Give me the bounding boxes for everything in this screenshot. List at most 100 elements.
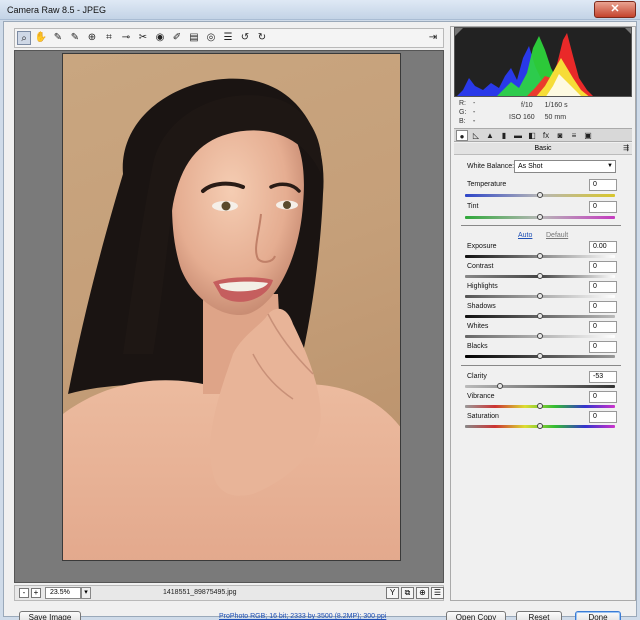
red-eye-removal-tool-icon[interactable]: ◉ [153,31,167,45]
targeted-adjustment-tool-icon[interactable]: ⊕ [85,31,99,45]
tab-lens-corrections-icon[interactable]: ◧ [526,130,538,141]
preferences-icon[interactable]: ☰ [221,31,235,45]
white-balance-value: As Shot [518,163,543,170]
swap-view-icon[interactable]: ⧉ [401,587,414,599]
radial-filter-icon[interactable]: ◎ [204,31,218,45]
slider-value-field[interactable]: 0 [589,341,617,353]
slider-value-field[interactable]: 0 [589,411,617,423]
close-button[interactable]: ✕ [594,1,636,18]
workflow-options-link[interactable]: ProPhoto RGB; 16 bit; 2333 by 3500 (8.2M… [219,613,386,620]
shutter-value: 1/160 s [544,102,568,109]
zoom-in-button[interactable]: + [31,588,41,598]
clarity-slider-thumb[interactable] [497,383,504,389]
tab-basic-icon[interactable]: ● [456,130,468,141]
tab-presets-icon[interactable]: ≡ [568,130,580,141]
tab-snapshots-icon[interactable]: ▣ [582,130,594,141]
reset-button[interactable]: Reset [516,611,562,620]
copy-settings-icon[interactable]: ⊕ [416,587,429,599]
blacks-slider-thumb[interactable] [537,353,543,359]
saturation-slider-thumb[interactable] [537,423,543,429]
toggle-view-icon[interactable]: ☰ [431,587,444,599]
chevron-down-icon: ▼ [607,163,613,169]
slider-label: Contrast [467,263,494,270]
preview-status-bar: - + 23.5% ▾ 1418551_89875495.jpg Y ⧉ ⊕ ☰ [14,585,444,601]
graduated-filter-icon[interactable]: ▤ [187,31,201,45]
slider-value-field[interactable]: 0 [589,201,617,213]
slider-value-field[interactable]: 0 [589,281,617,293]
fullscreen-toggle-icon[interactable]: ⇥ [426,31,440,45]
slider-label: Exposure [467,243,497,250]
straighten-tool-icon[interactable]: ⊸ [119,31,133,45]
zoom-out-button[interactable]: - [19,588,29,598]
slider-label: Whites [467,323,489,330]
zoom-level-field[interactable]: 23.5% [45,587,81,599]
contrast-slider-thumb[interactable] [537,273,543,279]
vibrance-slider-thumb[interactable] [537,403,543,409]
zoom-tool-icon[interactable]: ⌕ [17,31,31,45]
before-after-icon[interactable]: Y [386,587,399,599]
histogram-graph [455,28,631,96]
slider-value-field[interactable]: 0 [589,179,617,191]
file-name: 1418551_89875495.jpg [163,589,237,596]
slider-label: Shadows [467,303,496,310]
window-titlebar: Camera Raw 8.5 - JPEG ✕ [0,0,640,20]
crop-tool-icon[interactable]: ⌗ [102,31,116,45]
section-title: Basic [534,145,552,152]
panel-tabs: ● ◺ ▲ ▮ ▬ ◧ fx ◙ ≡ ▣ [454,128,632,142]
tool-bar: ⌕ ✋ ✎ ✎ ⊕ ⌗ ⊸ ✂ ◉ ✐ ▤ ◎ ☰ ↺ ↻ ⇥ [14,28,444,48]
tab-camera-calibration-icon[interactable]: ◙ [554,130,566,141]
slider-value-field[interactable]: 0 [589,301,617,313]
tab-hsl-icon[interactable]: ▮ [498,130,510,141]
exposure-slider-thumb[interactable] [537,253,543,259]
g-label: G: [459,109,467,116]
tab-tone-curve-icon[interactable]: ◺ [470,130,482,141]
slider-label: Vibrance [467,393,495,400]
tab-split-toning-icon[interactable]: ▬ [512,130,524,141]
clarity-slider-track[interactable] [465,385,615,388]
white-balance-tool-icon[interactable]: ✎ [51,31,65,45]
tint-slider-thumb[interactable] [537,214,543,220]
open-copy-button[interactable]: Open Copy [446,611,506,620]
window-title: Camera Raw 8.5 - JPEG [7,5,107,15]
divider [461,365,621,366]
rotate-ccw-icon[interactable]: ↺ [238,31,252,45]
slider-value-field[interactable]: 0 [589,321,617,333]
slider-value-field[interactable]: 0 [589,391,617,403]
white-balance-label: White Balance: [467,163,515,170]
tab-detail-icon[interactable]: ▲ [484,130,496,141]
slider-label: Saturation [467,413,499,420]
iso-value: ISO 160 [509,114,535,121]
temperature-slider-thumb[interactable] [537,192,543,198]
histogram [454,27,632,97]
highlights-slider-thumb[interactable] [537,293,543,299]
slider-value-field[interactable]: 0.00 [589,241,617,253]
camera-raw-dialog: ⌕ ✋ ✎ ✎ ⊕ ⌗ ⊸ ✂ ◉ ✐ ▤ ◎ ☰ ↺ ↻ ⇥ - + 23.5… [3,21,637,620]
done-button[interactable]: Done [575,611,621,620]
slider-label: Tint [467,203,479,210]
shadows-slider-thumb[interactable] [537,313,543,319]
adjustment-panel: R: --- G: --- B: --- f/10 1/160 s ISO 16… [450,26,636,601]
hand-tool-icon[interactable]: ✋ [34,31,48,45]
spot-removal-tool-icon[interactable]: ✂ [136,31,150,45]
tab-effects-icon[interactable]: fx [540,130,552,141]
slider-label: Blacks [467,343,488,350]
divider [461,225,621,226]
slider-label: Clarity [467,373,487,380]
slider-value-field[interactable]: -53 [589,371,617,383]
slider-label: Temperature [467,181,507,188]
default-link[interactable]: Default [546,232,568,239]
camera-info: R: --- G: --- B: --- f/10 1/160 s ISO 16… [459,99,629,143]
save-image-button[interactable]: Save Image [19,611,81,620]
r-label: R: [459,100,466,107]
whites-slider-thumb[interactable] [537,333,543,339]
focal-value: 50 mm [544,114,567,121]
adjustment-brush-icon[interactable]: ✐ [170,31,184,45]
color-sampler-tool-icon[interactable]: ✎ [68,31,82,45]
image-preview[interactable] [14,50,444,583]
slider-value-field[interactable]: 0 [589,261,617,273]
panel-menu-icon[interactable]: ⇶ [623,143,629,155]
auto-link[interactable]: Auto [518,232,532,239]
rotate-cw-icon[interactable]: ↻ [255,31,269,45]
white-balance-select[interactable]: As Shot ▼ [514,160,616,173]
zoom-dropdown-icon[interactable]: ▾ [81,587,91,599]
